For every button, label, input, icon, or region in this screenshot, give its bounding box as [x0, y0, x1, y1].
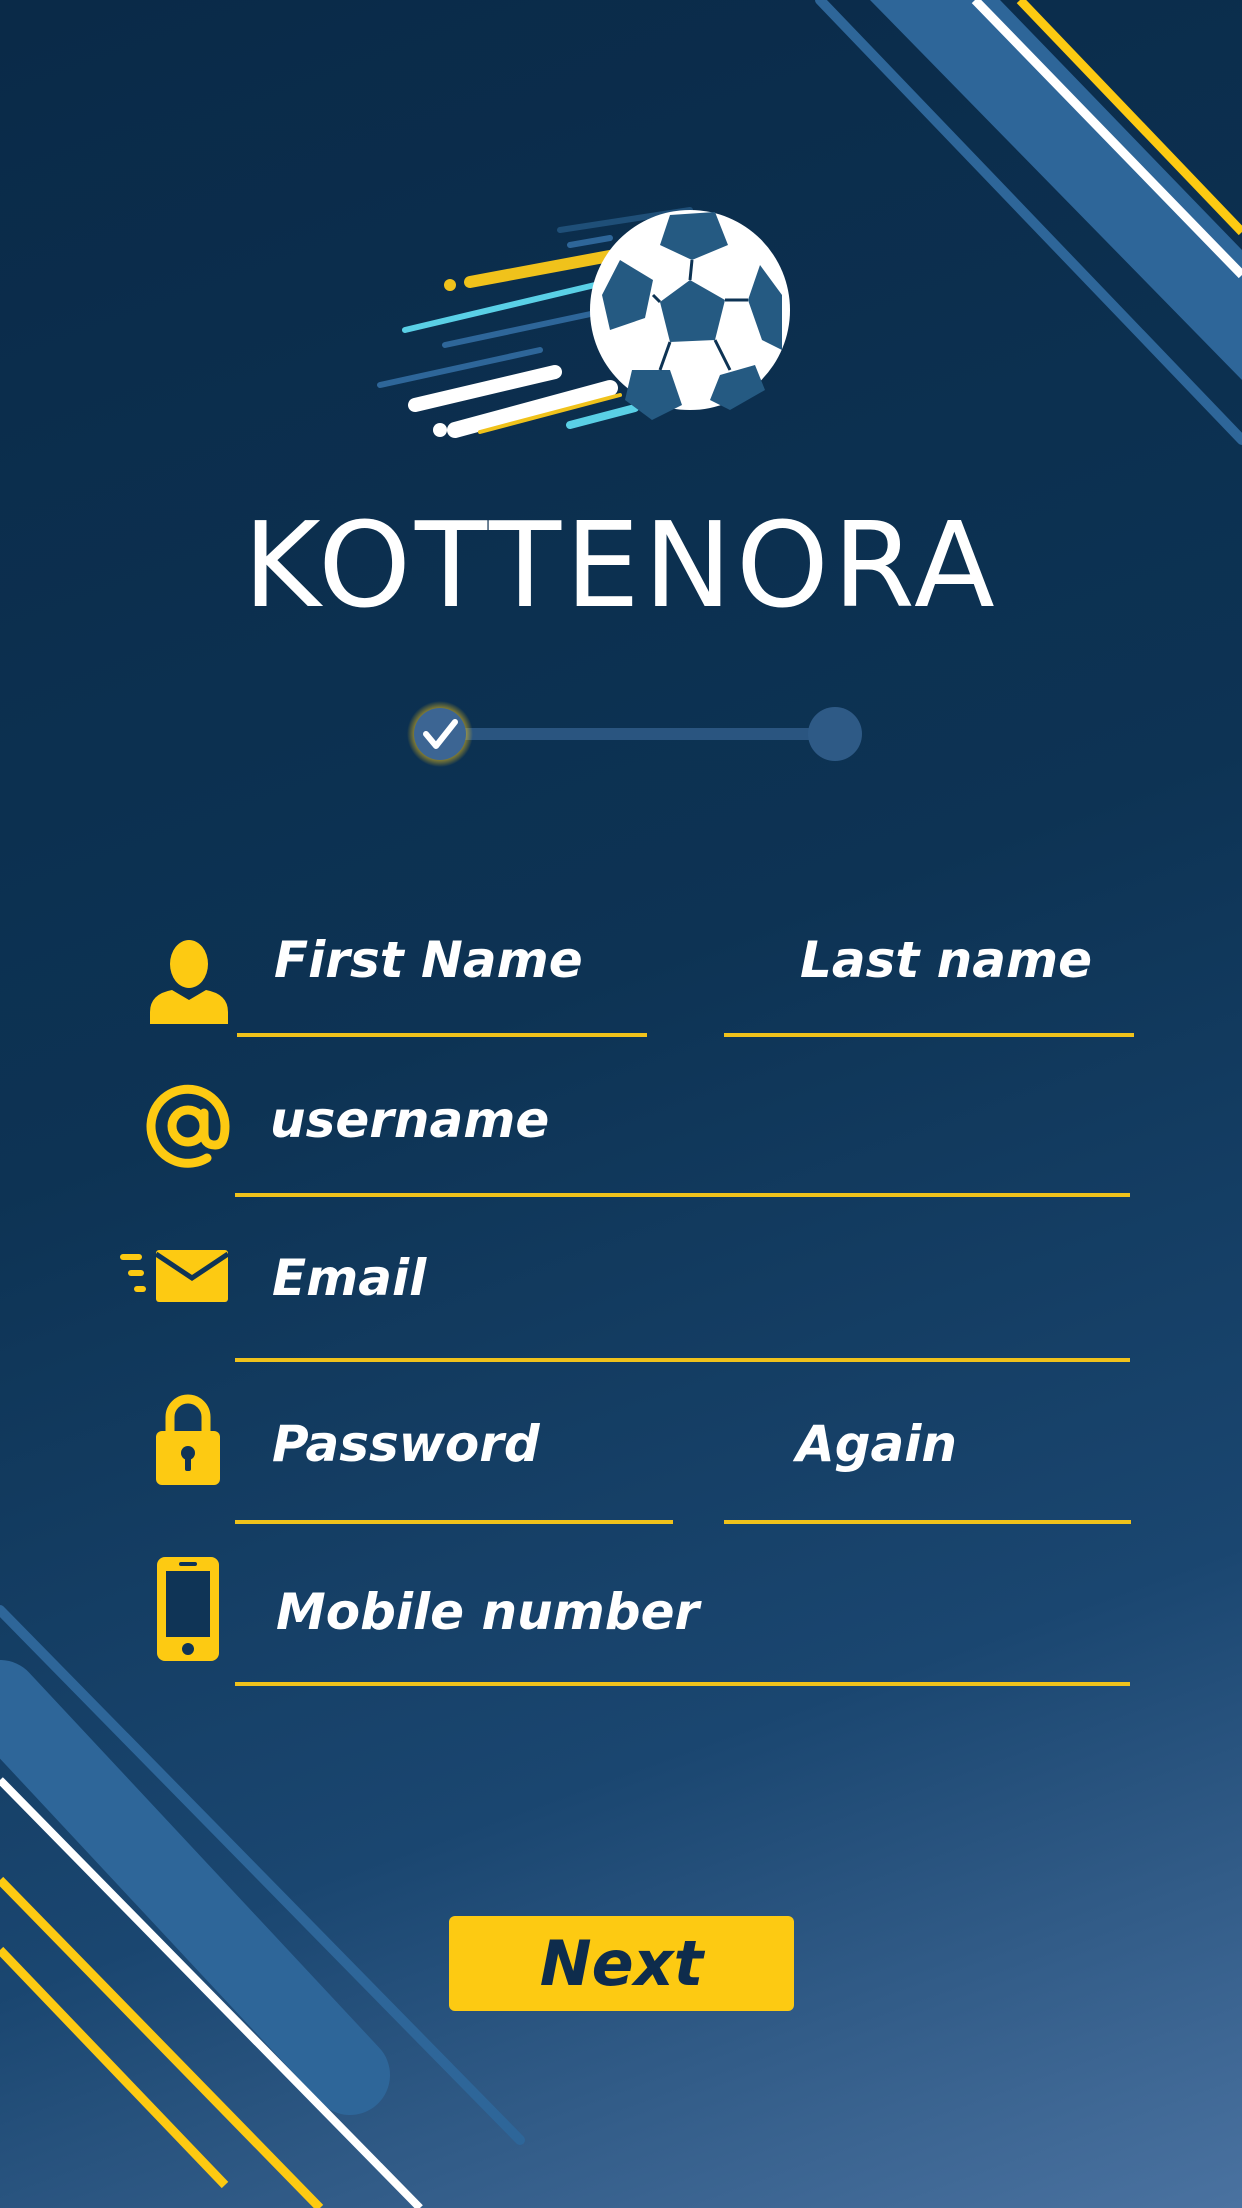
first-name-input[interactable]: First Name: [274, 930, 583, 990]
brand-wordmark: KOTTENORA: [243, 496, 999, 634]
lock-icon: [156, 1394, 220, 1485]
mobile-number-underline: [235, 1682, 1130, 1686]
soccer-ball-logo-icon: [377, 207, 790, 438]
mobile-phone-icon: [157, 1557, 219, 1661]
email-underline: [235, 1358, 1130, 1362]
at-sign-icon: [146, 1084, 230, 1168]
password-again-input[interactable]: Again: [796, 1414, 957, 1474]
last-name-input[interactable]: Last name: [800, 930, 1092, 990]
password-underline: [235, 1520, 673, 1524]
next-button[interactable]: Next: [449, 1916, 794, 2011]
last-name-underline: [724, 1033, 1134, 1037]
username-underline: [235, 1193, 1130, 1197]
registration-screen: KOTTENORA First Name Last name username: [0, 0, 1242, 2208]
email-input[interactable]: Email: [272, 1248, 426, 1308]
username-input[interactable]: username: [270, 1090, 549, 1150]
password-again-underline: [724, 1520, 1131, 1524]
envelope-icon: [120, 1250, 228, 1302]
step-2-indicator: [808, 707, 862, 761]
first-name-underline: [237, 1033, 647, 1037]
progress-stepper: [407, 701, 862, 767]
password-input[interactable]: Password: [272, 1414, 540, 1474]
person-icon: [150, 940, 228, 1024]
mobile-number-input[interactable]: Mobile number: [276, 1582, 699, 1642]
